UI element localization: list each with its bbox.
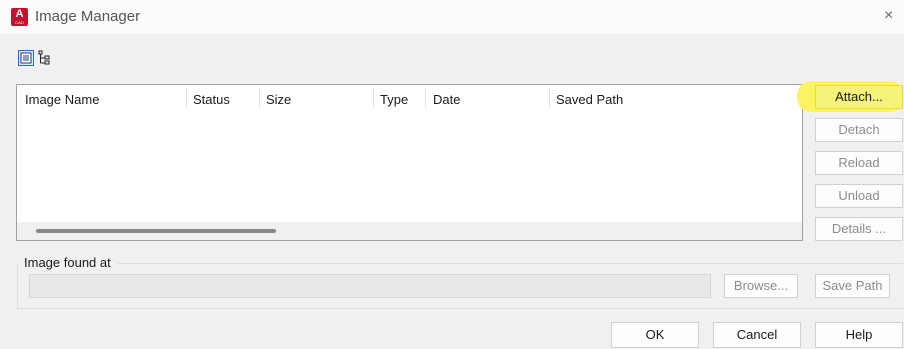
- column-header-type[interactable]: Type: [380, 92, 408, 107]
- details-button: Details ...: [815, 217, 903, 241]
- column-header-image-name[interactable]: Image Name: [25, 92, 99, 107]
- detach-label: Detach: [838, 122, 880, 137]
- list-view-icon[interactable]: [18, 50, 34, 66]
- cancel-button[interactable]: Cancel: [713, 322, 801, 348]
- close-icon[interactable]: ×: [884, 7, 893, 25]
- title-bar: A CAD Image Manager ×: [0, 0, 904, 34]
- help-button[interactable]: Help: [815, 322, 903, 348]
- browse-label: Browse...: [733, 278, 789, 293]
- reload-label: Reload: [838, 155, 880, 170]
- ok-button[interactable]: OK: [611, 322, 699, 348]
- cancel-label: Cancel: [736, 327, 778, 342]
- ok-label: OK: [645, 327, 665, 342]
- app-icon-letter: A: [15, 8, 24, 20]
- save-path-label: Save Path: [822, 278, 883, 293]
- column-header-size[interactable]: Size: [266, 92, 291, 107]
- browse-button: Browse...: [724, 274, 798, 298]
- unload-button: Unload: [815, 184, 903, 208]
- scrollbar-thumb[interactable]: [36, 229, 276, 233]
- details-label: Details ...: [831, 221, 887, 236]
- column-divider[interactable]: [186, 88, 187, 108]
- horizontal-scrollbar[interactable]: [17, 222, 802, 240]
- help-label: Help: [845, 327, 873, 342]
- save-path-button: Save Path: [815, 274, 890, 298]
- reload-button: Reload: [815, 151, 903, 175]
- column-header-date[interactable]: Date: [433, 92, 460, 107]
- column-header-saved-path[interactable]: Saved Path: [556, 92, 623, 107]
- tree-view-icon[interactable]: [37, 50, 53, 66]
- app-icon-sublabel: CAD: [15, 20, 24, 25]
- autocad-app-icon: A CAD: [11, 8, 28, 26]
- image-list[interactable]: Image Name Status Size Type Date Saved P…: [16, 84, 803, 241]
- column-divider[interactable]: [259, 88, 260, 108]
- column-divider[interactable]: [425, 88, 426, 108]
- column-divider[interactable]: [373, 88, 374, 108]
- image-path-field: [29, 274, 711, 298]
- detach-button: Detach: [815, 118, 903, 142]
- column-divider[interactable]: [549, 88, 550, 108]
- attach-label: Attach...: [835, 89, 883, 104]
- column-header-status[interactable]: Status: [193, 92, 230, 107]
- window-title: Image Manager: [35, 8, 141, 25]
- group-divider: [118, 263, 903, 264]
- unload-label: Unload: [838, 188, 880, 203]
- image-found-at-label: Image found at: [24, 255, 111, 270]
- attach-button[interactable]: Attach...: [815, 85, 903, 109]
